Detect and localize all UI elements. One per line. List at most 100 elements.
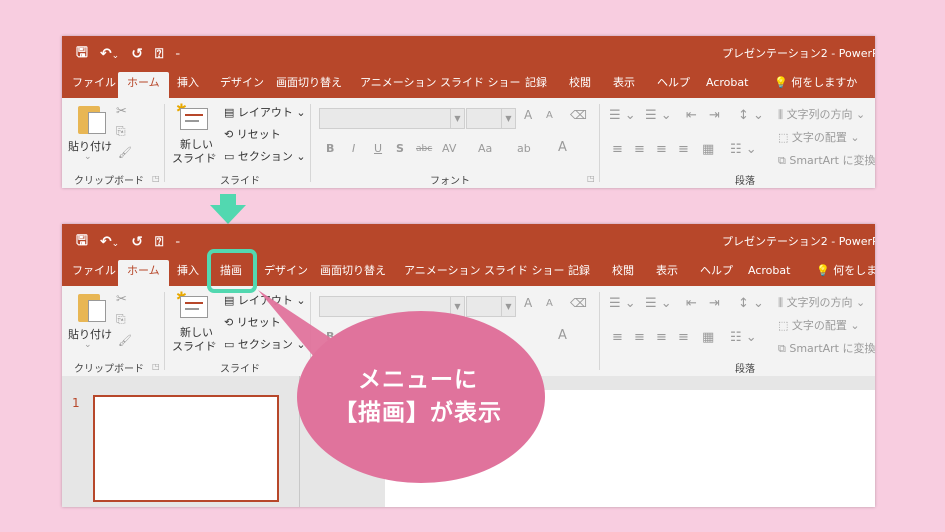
tab-home[interactable]: ホーム (118, 260, 169, 286)
shrink-font-button[interactable]: A (546, 298, 553, 309)
tab-design[interactable]: デザイン (264, 260, 308, 286)
reset-button[interactable]: ⟲ リセット (224, 314, 281, 330)
font-name-combo[interactable]: ▼ (319, 296, 465, 317)
smartart-button[interactable]: ⧉ SmartArt に変換 (778, 340, 875, 356)
bullets-icon[interactable]: ☰ ⌄ (609, 108, 636, 123)
cut-icon[interactable]: ✂ (116, 292, 127, 307)
save-icon[interactable]: 🖫 (76, 230, 88, 254)
align-right-icon[interactable]: ≡ (656, 330, 667, 345)
tab-transitions[interactable]: 画面切り替え (276, 72, 342, 98)
new-slide-icon[interactable] (180, 296, 208, 318)
tab-file[interactable]: ファイル (72, 260, 116, 286)
font-size-combo[interactable]: ▼ (466, 296, 516, 317)
tab-record[interactable]: 記録 (525, 72, 547, 98)
format-painter-icon[interactable]: 🖌 (118, 146, 132, 159)
italic-button[interactable]: I (352, 142, 355, 155)
tab-insert[interactable]: 挿入 (177, 260, 199, 286)
bullets-icon[interactable]: ☰ ⌄ (609, 296, 636, 311)
tell-me-box[interactable]: 💡 何をしますか (816, 260, 875, 286)
tab-review[interactable]: 校閲 (612, 260, 634, 286)
reset-button[interactable]: ⟲ リセット (224, 126, 281, 142)
undo-icon[interactable]: ↶⌄ (100, 234, 119, 250)
underline-button[interactable]: U (374, 330, 382, 343)
layout-button[interactable]: ▤ レイアウト ⌄ (224, 104, 306, 120)
align-center-icon[interactable]: ≡ (634, 330, 645, 345)
grow-font-button[interactable]: A (524, 108, 532, 122)
columns-icon[interactable]: ☷ ⌄ (730, 142, 757, 157)
font-color-button[interactable]: A (558, 140, 567, 155)
tab-home[interactable]: ホーム (118, 72, 169, 98)
strikethrough-button[interactable]: abc (416, 332, 432, 342)
bold-button[interactable]: B (326, 142, 334, 155)
save-icon[interactable]: 🖫 (76, 42, 88, 66)
layout-button[interactable]: ▤ レイアウト ⌄ (224, 292, 306, 308)
paste-dropdown[interactable]: ⌄ (84, 152, 92, 162)
text-direction-button[interactable]: ⫼ 文字列の方向 ⌄ (778, 106, 865, 122)
align-right-icon[interactable]: ≡ (656, 142, 667, 157)
tab-help[interactable]: ヘルプ (700, 260, 733, 286)
new-slide-icon[interactable] (180, 108, 208, 130)
tab-view[interactable]: 表示 (656, 260, 678, 286)
tab-record[interactable]: 記録 (568, 260, 590, 286)
change-case-button[interactable]: Aa (478, 142, 492, 155)
customize-qat-icon[interactable]: ₌ (175, 237, 180, 247)
underline-button[interactable]: U (374, 142, 382, 155)
tab-file[interactable]: ファイル (72, 72, 116, 98)
smartart-button[interactable]: ⧉ SmartArt に変換 (778, 152, 875, 168)
redo-icon[interactable]: ↺ (131, 46, 143, 62)
slide-thumbnail[interactable] (93, 395, 279, 502)
chevron-down-icon[interactable]: ⌄ (210, 338, 218, 348)
tab-help[interactable]: ヘルプ (657, 72, 690, 98)
align-left-icon[interactable]: ≡ (612, 330, 623, 345)
strikethrough-button[interactable]: abc (416, 144, 432, 154)
chevron-down-icon[interactable]: ⌄ (210, 150, 218, 160)
line-spacing-icon[interactable]: ↕ ⌄ (738, 296, 764, 311)
tab-animations[interactable]: アニメーション (360, 72, 437, 98)
text-direction-button[interactable]: ⫼ 文字列の方向 ⌄ (778, 294, 865, 310)
dialog-launcher-icon[interactable]: ◳ (152, 362, 160, 371)
numbering-icon[interactable]: ☰ ⌄ (645, 296, 672, 311)
distributed-icon[interactable]: ▦ (702, 330, 714, 345)
font-name-combo[interactable]: ▼ (319, 108, 465, 129)
tab-acrobat[interactable]: Acrobat (748, 260, 790, 286)
highlight-button[interactable]: ab (517, 142, 531, 155)
bold-button[interactable]: B (326, 330, 334, 343)
presenter-icon[interactable]: ⍰ (155, 46, 163, 62)
align-center-icon[interactable]: ≡ (634, 142, 645, 157)
undo-icon[interactable]: ↶⌄ (100, 46, 119, 62)
tell-me-box[interactable]: 💡 何をしますか (774, 72, 857, 98)
cut-icon[interactable]: ✂ (116, 104, 127, 119)
tab-acrobat[interactable]: Acrobat (706, 72, 748, 98)
increase-indent-icon[interactable]: ⇥ (709, 296, 720, 311)
font-color-button[interactable]: A (558, 328, 567, 343)
clear-format-icon[interactable]: ⌫ (570, 108, 587, 122)
increase-indent-icon[interactable]: ⇥ (709, 108, 720, 123)
shadow-button[interactable]: S (396, 142, 404, 155)
clear-format-icon[interactable]: ⌫ (570, 296, 587, 310)
distributed-icon[interactable]: ▦ (702, 142, 714, 157)
paste-dropdown[interactable]: ⌄ (84, 340, 92, 350)
tab-transitions[interactable]: 画面切り替え (320, 260, 386, 286)
decrease-indent-icon[interactable]: ⇤ (686, 296, 697, 311)
dialog-launcher-icon[interactable]: ◳ (587, 174, 595, 183)
align-text-button[interactable]: ⬚ 文字の配置 ⌄ (778, 129, 860, 145)
grow-font-button[interactable]: A (524, 296, 532, 310)
section-button[interactable]: ▭ セクション ⌄ (224, 148, 306, 164)
tab-slideshow[interactable]: スライド ショー (484, 260, 565, 286)
numbering-icon[interactable]: ☰ ⌄ (645, 108, 672, 123)
italic-button[interactable]: I (352, 330, 355, 343)
copy-icon[interactable]: ⎘ (116, 312, 126, 327)
tab-view[interactable]: 表示 (613, 72, 635, 98)
tab-insert[interactable]: 挿入 (177, 72, 199, 98)
tab-review[interactable]: 校閲 (569, 72, 591, 98)
dialog-launcher-icon[interactable]: ◳ (152, 174, 160, 183)
shrink-font-button[interactable]: A (546, 110, 553, 121)
columns-icon[interactable]: ☷ ⌄ (730, 330, 757, 345)
line-spacing-icon[interactable]: ↕ ⌄ (738, 108, 764, 123)
align-left-icon[interactable]: ≡ (612, 142, 623, 157)
align-text-button[interactable]: ⬚ 文字の配置 ⌄ (778, 317, 860, 333)
font-size-combo[interactable]: ▼ (466, 108, 516, 129)
presenter-icon[interactable]: ⍰ (155, 234, 163, 250)
copy-icon[interactable]: ⎘ (116, 124, 126, 139)
tab-animations[interactable]: アニメーション (404, 260, 481, 286)
